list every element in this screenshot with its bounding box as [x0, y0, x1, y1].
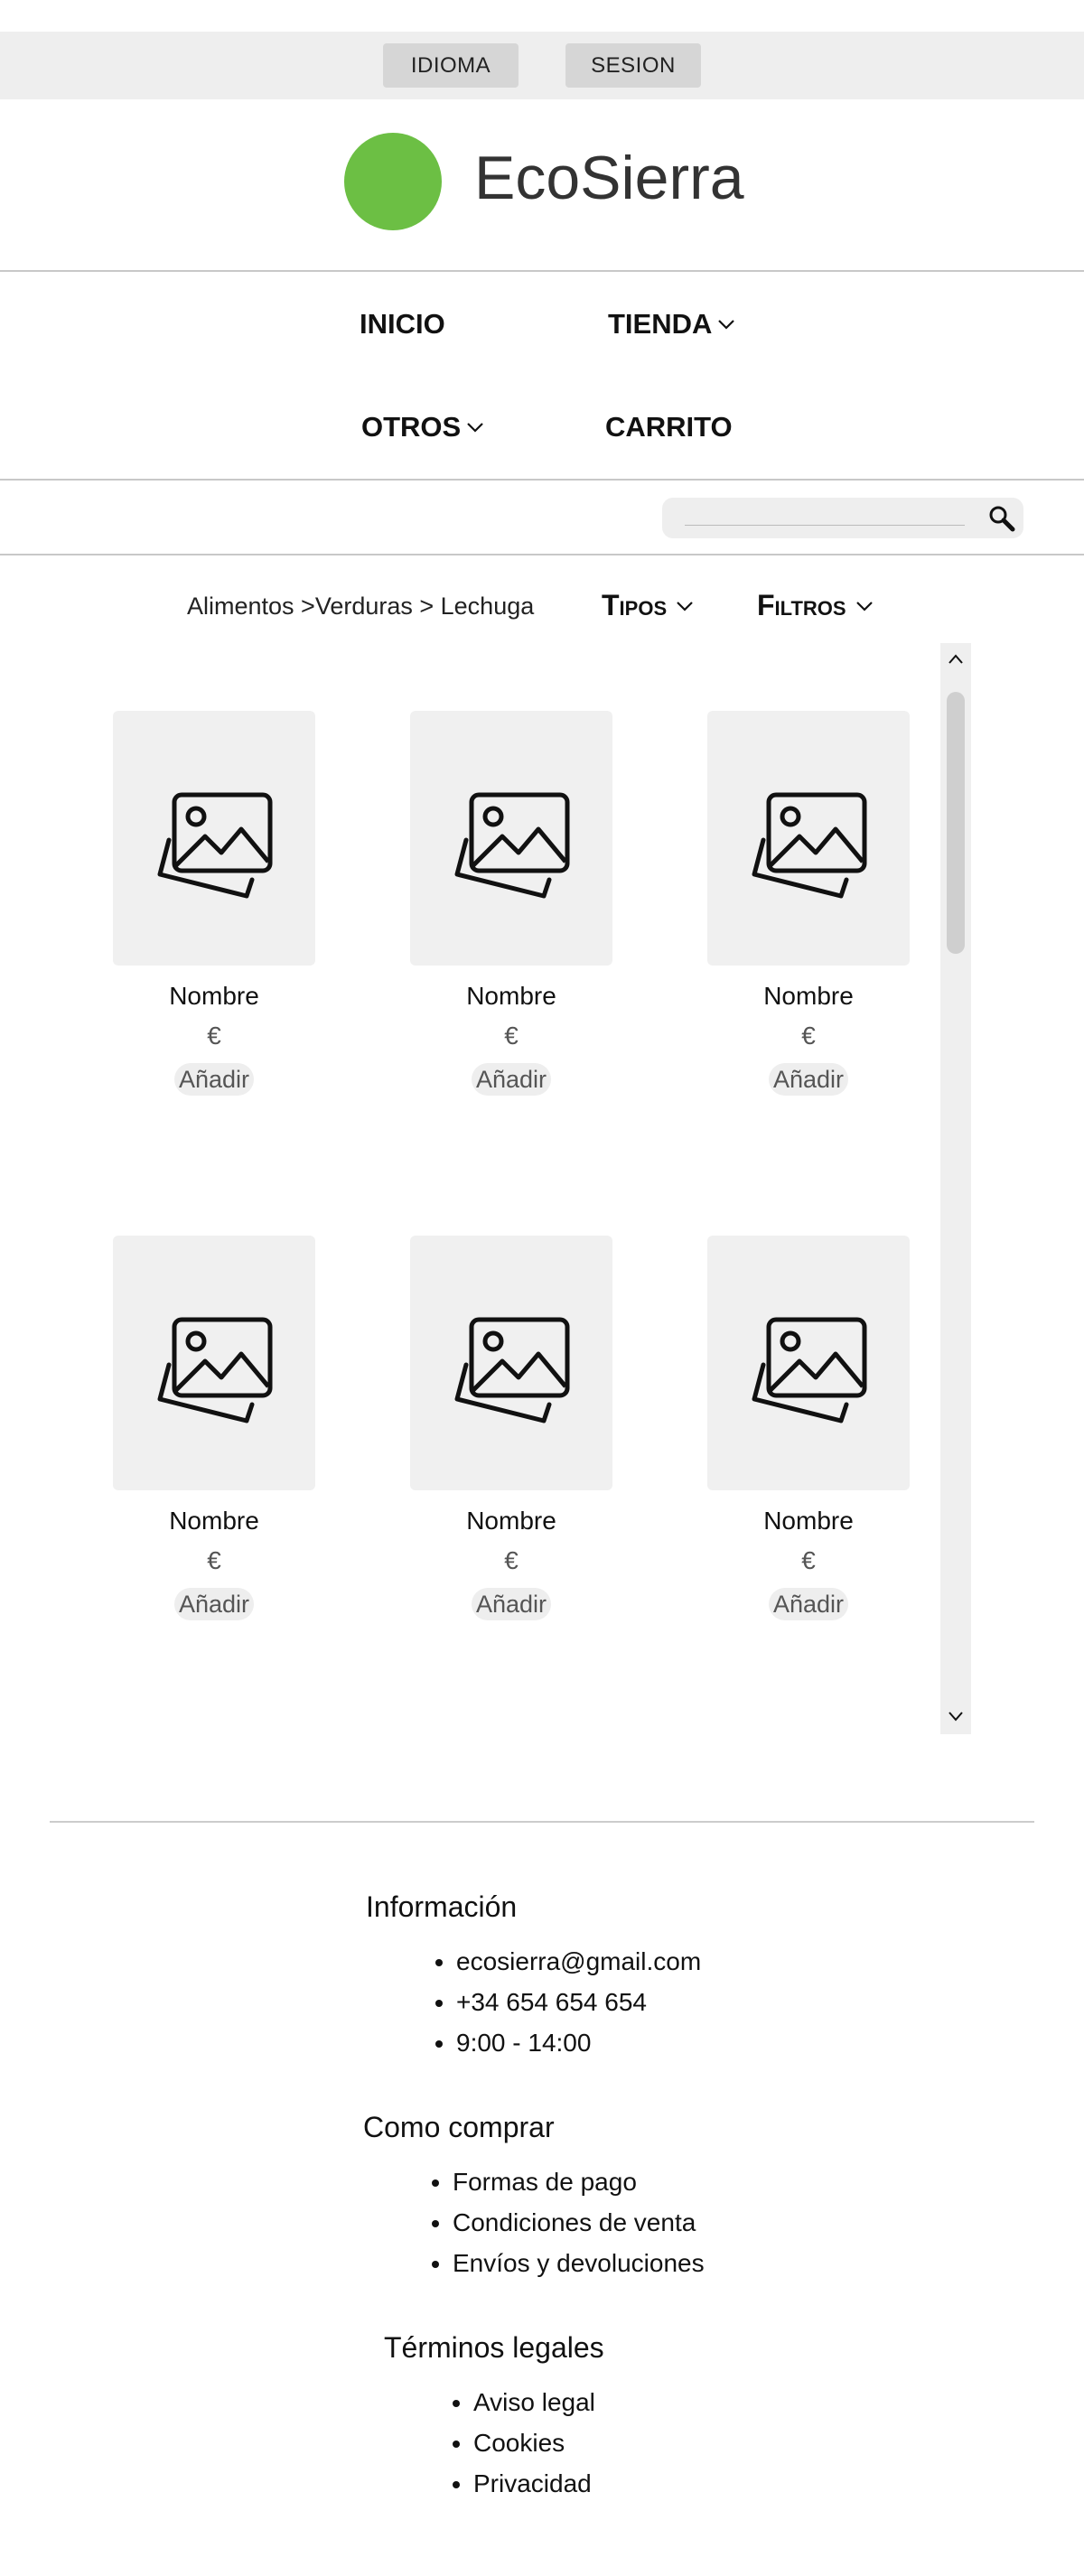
product-image[interactable]	[410, 1236, 612, 1490]
product-name: Nombre	[466, 982, 556, 1010]
filters-dropdown[interactable]: Filtros	[757, 589, 874, 622]
product-price: €	[801, 1546, 816, 1574]
breadcrumb[interactable]: Alimentos >Verduras > Lechuga	[187, 593, 534, 621]
product-card[interactable]: Nombre € Añadir	[707, 1236, 910, 1620]
product-image[interactable]	[113, 1236, 315, 1490]
types-label: Tipos	[602, 589, 668, 621]
search-box[interactable]	[662, 498, 1023, 538]
filters-label: Filtros	[757, 589, 846, 621]
add-to-cart-button[interactable]: Añadir	[472, 1063, 551, 1096]
product-name: Nombre	[763, 982, 854, 1010]
nav-shop[interactable]: TIENDA	[608, 308, 735, 341]
footer-link-conditions[interactable]: Condiciones de venta	[453, 2202, 705, 2243]
nav-shop-label: TIENDA	[608, 308, 713, 340]
footer-hours: 9:00 - 14:00	[456, 2022, 701, 2063]
footer-howto-title: Como comprar	[363, 2111, 555, 2143]
nav-home[interactable]: INICIO	[360, 308, 445, 341]
product-price: €	[207, 1022, 221, 1050]
chevron-down-icon[interactable]	[947, 1707, 965, 1725]
image-placeholder-icon	[157, 1317, 273, 1423]
product-image[interactable]	[707, 711, 910, 966]
product-price: €	[801, 1022, 816, 1050]
product-name: Nombre	[763, 1507, 854, 1535]
footer-link-cookies[interactable]: Cookies	[473, 2422, 595, 2463]
logo[interactable]	[344, 133, 442, 230]
footer-legal-title: Términos legales	[384, 2331, 604, 2364]
product-image[interactable]	[410, 711, 612, 966]
session-button[interactable]: SESION	[565, 43, 701, 88]
product-card[interactable]: Nombre € Añadir	[410, 1236, 612, 1620]
product-name: Nombre	[169, 1507, 259, 1535]
chevron-down-icon	[677, 601, 693, 611]
image-placeholder-icon	[454, 792, 570, 899]
types-dropdown[interactable]: Tipos	[602, 589, 694, 622]
search-input[interactable]	[685, 525, 965, 526]
chevron-down-icon	[855, 601, 873, 611]
product-image[interactable]	[113, 711, 315, 966]
divider	[0, 479, 1084, 481]
nav-cart-label: CARRITO	[605, 411, 733, 443]
add-to-cart-button[interactable]: Añadir	[472, 1588, 551, 1620]
footer-link-payment[interactable]: Formas de pago	[453, 2161, 705, 2202]
product-scrollbar[interactable]	[940, 643, 971, 1734]
footer-info-title: Información	[366, 1890, 518, 1923]
footer-howto-list: Formas de pago Condiciones de venta Enví…	[453, 2161, 705, 2283]
nav-home-label: INICIO	[360, 308, 445, 340]
image-placeholder-icon	[752, 1317, 867, 1423]
top-bar: IDIOMA SESION	[0, 32, 1084, 99]
add-to-cart-button[interactable]: Añadir	[769, 1063, 848, 1096]
add-to-cart-button[interactable]: Añadir	[174, 1063, 254, 1096]
product-name: Nombre	[466, 1507, 556, 1535]
divider	[0, 270, 1084, 272]
image-placeholder-icon	[752, 792, 867, 899]
footer-link-privacy[interactable]: Privacidad	[473, 2463, 595, 2504]
nav-others[interactable]: OTROS	[361, 411, 484, 443]
footer-divider	[50, 1821, 1034, 1823]
product-card[interactable]: Nombre € Añadir	[113, 711, 315, 1096]
product-image[interactable]	[707, 1236, 910, 1490]
footer-link-shipping[interactable]: Envíos y devoluciones	[453, 2243, 705, 2283]
product-price: €	[504, 1022, 519, 1050]
nav-cart[interactable]: CARRITO	[605, 411, 733, 443]
add-to-cart-button[interactable]: Añadir	[769, 1588, 848, 1620]
divider	[0, 554, 1084, 555]
footer-email[interactable]: ecosierra@gmail.com	[456, 1941, 701, 1982]
chevron-down-icon	[467, 423, 484, 433]
search-icon[interactable]	[986, 502, 1018, 535]
footer-legal-list: Aviso legal Cookies Privacidad	[473, 2382, 595, 2504]
add-to-cart-button[interactable]: Añadir	[174, 1588, 254, 1620]
image-placeholder-icon	[454, 1317, 570, 1423]
product-name: Nombre	[169, 982, 259, 1010]
brand-name[interactable]: EcoSierra	[474, 142, 744, 214]
chevron-down-icon	[718, 320, 735, 330]
scrollbar-thumb[interactable]	[947, 692, 965, 954]
product-card[interactable]: Nombre € Añadir	[113, 1236, 315, 1620]
product-card[interactable]: Nombre € Añadir	[410, 711, 612, 1096]
footer-link-legal-notice[interactable]: Aviso legal	[473, 2382, 595, 2422]
product-card[interactable]: Nombre € Añadir	[707, 711, 910, 1096]
footer-info-list: ecosierra@gmail.com +34 654 654 654 9:00…	[456, 1941, 701, 2063]
language-button[interactable]: IDIOMA	[383, 43, 519, 88]
footer-phone[interactable]: +34 654 654 654	[456, 1982, 701, 2022]
chevron-up-icon[interactable]	[947, 650, 965, 668]
image-placeholder-icon	[157, 792, 273, 899]
product-price: €	[504, 1546, 519, 1574]
nav-others-label: OTROS	[361, 411, 462, 443]
product-price: €	[207, 1546, 221, 1574]
